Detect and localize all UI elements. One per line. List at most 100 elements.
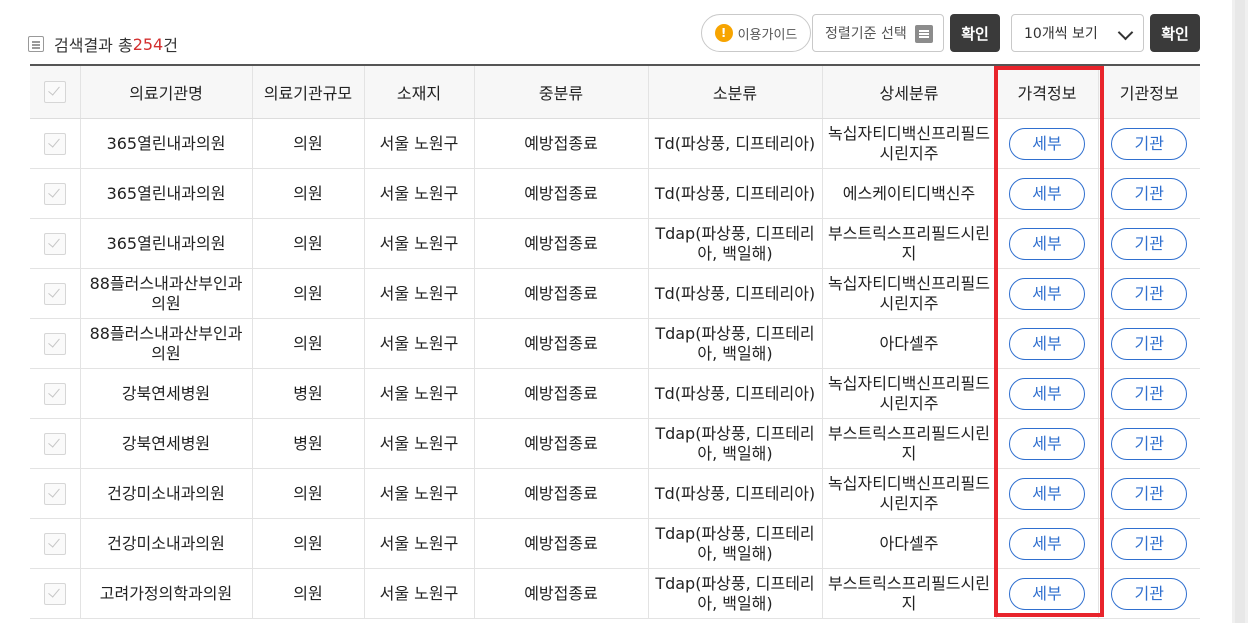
cell-mid-category: 예방접종료 — [473, 168, 648, 219]
cell-org-info: 기관 — [1097, 268, 1200, 319]
page-scrollbar[interactable] — [1232, 0, 1248, 623]
cell-mid-category: 예방접종료 — [473, 218, 648, 269]
cell-scale: 의원 — [251, 468, 364, 519]
org-info-button[interactable]: 기관 — [1111, 277, 1188, 310]
cell-detail-category: 에스케이티디백신주 — [821, 168, 996, 219]
chevron-down-icon — [1117, 24, 1134, 41]
price-detail-button[interactable]: 세부 — [1009, 227, 1085, 260]
row-checkbox[interactable] — [43, 482, 66, 505]
cell-org-info: 기관 — [1097, 318, 1200, 369]
document-icon — [28, 36, 44, 52]
org-info-button[interactable]: 기관 — [1111, 327, 1188, 360]
price-detail-button[interactable]: 세부 — [1009, 177, 1085, 210]
header-scale: 의료기관규모 — [251, 64, 364, 119]
header-detail-category: 상세분류 — [821, 64, 996, 119]
cell-detail-category: 부스트릭스프리필드시린지 — [821, 418, 996, 469]
org-info-button[interactable]: 기관 — [1111, 227, 1188, 260]
cell-sub-category: Td(파상풍, 디프테리아) — [647, 118, 822, 169]
usage-guide-button[interactable]: ! 이용가이드 — [701, 14, 811, 52]
row-checkbox[interactable] — [43, 232, 66, 255]
row-checkbox[interactable] — [43, 382, 66, 405]
header-org-info: 기관정보 — [1097, 64, 1200, 119]
org-info-button[interactable]: 기관 — [1111, 527, 1188, 560]
table-row: 365열린내과의원 의원 서울 노원구 예방접종료 Td(파상풍, 디프테리아) 에스케이… — [30, 168, 1200, 219]
cell-location: 서울 노원구 — [363, 518, 474, 569]
cell-location: 서울 노원구 — [363, 568, 474, 619]
row-checkbox[interactable] — [43, 582, 66, 605]
sort-select[interactable]: 정렬기준 선택 — [812, 14, 944, 52]
cell-org-info: 기관 — [1097, 118, 1200, 169]
header-sub-category: 소분류 — [647, 64, 822, 119]
price-detail-button[interactable]: 세부 — [1009, 427, 1085, 460]
cell-name: 88플러스내과산부인과의원 — [79, 268, 252, 319]
table-row: 건강미소내과의원 의원 서울 노원구 예방접종료 Td(파상풍, 디프테리아) 녹십자티디… — [30, 468, 1200, 519]
price-detail-button[interactable]: 세부 — [1009, 277, 1085, 310]
sort-confirm-button[interactable]: 확인 — [950, 14, 1000, 52]
cell-sub-category: Tdap(파상풍, 디프테리아, 백일해) — [647, 318, 822, 369]
cell-detail-category: 부스트릭스프리필드시린지 — [821, 568, 996, 619]
table-row: 88플러스내과산부인과의원 의원 서울 노원구 예방접종료 Td(파상풍, 디프테리아)… — [30, 268, 1200, 319]
cell-price-info: 세부 — [995, 468, 1098, 519]
table-body: 365열린내과의원 의원 서울 노원구 예방접종료 Td(파상풍, 디프테리아) 녹십자티… — [30, 118, 1200, 619]
sort-label: 정렬기준 선택 — [825, 26, 907, 42]
page-size-confirm-button[interactable]: 확인 — [1150, 14, 1200, 52]
row-checkbox[interactable] — [43, 182, 66, 205]
cell-scale: 의원 — [251, 518, 364, 569]
cell-detail-category: 아다셀주 — [821, 318, 996, 369]
row-checkbox[interactable] — [43, 332, 66, 355]
cell-name: 88플러스내과산부인과의원 — [79, 318, 252, 369]
header-location: 소재지 — [363, 64, 474, 119]
price-detail-button[interactable]: 세부 — [1009, 327, 1085, 360]
org-info-button[interactable]: 기관 — [1111, 177, 1188, 210]
usage-guide-label: 이용가이드 — [737, 27, 798, 43]
page-size-select[interactable]: 10개씩 보기 — [1011, 14, 1144, 52]
table-header-row: 의료기관명 의료기관규모 소재지 중분류 소분류 상세분류 가격정보 기관정보 — [30, 64, 1200, 119]
price-detail-button[interactable]: 세부 — [1009, 577, 1085, 610]
cell-sub-category: Tdap(파상풍, 디프테리아, 백일해) — [647, 418, 822, 469]
cell-price-info: 세부 — [995, 418, 1098, 469]
cell-scale: 병원 — [251, 368, 364, 419]
cell-name: 365열린내과의원 — [79, 118, 252, 169]
cell-mid-category: 예방접종료 — [473, 568, 648, 619]
row-checkbox[interactable] — [43, 432, 66, 455]
cell-location: 서울 노원구 — [363, 118, 474, 169]
cell-price-info: 세부 — [995, 268, 1098, 319]
select-all-checkbox[interactable] — [43, 81, 66, 103]
org-info-button[interactable]: 기관 — [1111, 377, 1188, 410]
cell-scale: 의원 — [251, 218, 364, 269]
select-all-cell — [30, 64, 80, 119]
cell-mid-category: 예방접종료 — [473, 468, 648, 519]
toolbar: 검색결과 총 254 건 ! 이용가이드 정렬기준 선택 확인 10개씩 보기 … — [28, 14, 1200, 55]
cell-name: 365열린내과의원 — [79, 218, 252, 269]
price-detail-button[interactable]: 세부 — [1009, 127, 1085, 160]
row-checkbox[interactable] — [43, 532, 66, 555]
row-checkbox[interactable] — [43, 132, 66, 155]
row-checkbox[interactable] — [43, 282, 66, 305]
org-info-button[interactable]: 기관 — [1111, 477, 1188, 510]
cell-price-info: 세부 — [995, 518, 1098, 569]
price-detail-button[interactable]: 세부 — [1009, 377, 1085, 410]
header-price-info: 가격정보 — [995, 64, 1098, 119]
org-info-button[interactable]: 기관 — [1111, 577, 1188, 610]
list-icon — [915, 25, 933, 43]
cell-name: 강북연세병원 — [79, 368, 252, 419]
cell-sub-category: Td(파상풍, 디프테리아) — [647, 368, 822, 419]
price-detail-button[interactable]: 세부 — [1009, 527, 1085, 560]
cell-mid-category: 예방접종료 — [473, 268, 648, 319]
row-checkbox-cell — [30, 368, 80, 419]
row-checkbox-cell — [30, 568, 80, 619]
cell-name: 강북연세병원 — [79, 418, 252, 469]
price-detail-button[interactable]: 세부 — [1009, 477, 1085, 510]
result-label: 검색결과 총 — [54, 36, 133, 55]
results-table: 의료기관명 의료기관규모 소재지 중분류 소분류 상세분류 가격정보 기관정보 … — [30, 64, 1200, 619]
cell-location: 서울 노원구 — [363, 218, 474, 269]
cell-sub-category: Td(파상풍, 디프테리아) — [647, 168, 822, 219]
cell-price-info: 세부 — [995, 318, 1098, 369]
table-row: 강북연세병원 병원 서울 노원구 예방접종료 Tdap(파상풍, 디프테리아, 백일해)… — [30, 418, 1200, 469]
cell-sub-category: Tdap(파상풍, 디프테리아, 백일해) — [647, 218, 822, 269]
org-info-button[interactable]: 기관 — [1111, 427, 1188, 460]
cell-org-info: 기관 — [1097, 368, 1200, 419]
org-info-button[interactable]: 기관 — [1111, 127, 1188, 160]
cell-price-info: 세부 — [995, 368, 1098, 419]
cell-price-info: 세부 — [995, 168, 1098, 219]
